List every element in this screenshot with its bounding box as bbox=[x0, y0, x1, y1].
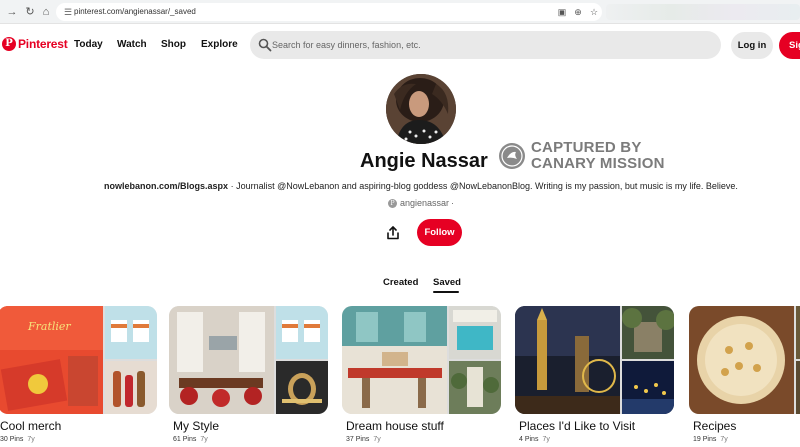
board-thumb-image bbox=[796, 361, 800, 414]
avatar-photo bbox=[386, 74, 456, 144]
board-cover-image bbox=[342, 306, 447, 414]
pinterest-logo[interactable]: P Pinterest bbox=[2, 37, 68, 51]
board-my-style[interactable] bbox=[169, 306, 328, 414]
board-thumb-image bbox=[449, 361, 501, 414]
site-info-icon[interactable]: ☰ bbox=[62, 6, 74, 18]
board-age: 7y bbox=[542, 436, 550, 443]
nav-shop[interactable]: Shop bbox=[161, 39, 186, 50]
search-icon bbox=[258, 38, 272, 52]
board-cool-merch[interactable]: Fratlier bbox=[0, 306, 157, 414]
login-button[interactable]: Log in bbox=[731, 32, 773, 59]
nav-today[interactable]: Today bbox=[74, 39, 103, 50]
avatar bbox=[386, 74, 456, 144]
board-pin-count: 37 Pins bbox=[346, 436, 370, 443]
board-thumb-image bbox=[796, 306, 800, 359]
board-age: 7y bbox=[200, 436, 208, 443]
watermark-line-1: CAPTURED BY bbox=[531, 139, 642, 156]
board-title[interactable]: Recipes bbox=[693, 419, 736, 433]
canary-mission-watermark: CAPTURED BY CANARY MISSION bbox=[499, 140, 665, 172]
board-title[interactable]: Places I'd Like to Visit bbox=[519, 419, 635, 433]
board-age: 7y bbox=[373, 436, 381, 443]
follow-button[interactable]: Follow bbox=[417, 219, 462, 246]
board-cover-image bbox=[515, 306, 620, 414]
signup-button[interactable]: Sig bbox=[779, 32, 800, 59]
canary-bird-icon bbox=[499, 143, 525, 169]
board-recipes[interactable] bbox=[689, 306, 800, 414]
board-thumb-image bbox=[622, 306, 674, 359]
profile-handle: P angienassar · bbox=[388, 198, 454, 208]
handle-separator: · bbox=[451, 198, 455, 208]
board-age: 7y bbox=[27, 436, 35, 443]
watermark-text: CAPTURED BY CANARY MISSION bbox=[531, 140, 665, 172]
handle-text: angienassar bbox=[400, 198, 450, 208]
address-bar[interactable]: ☰ pinterest.com/angienassar/_saved ▣ ⊕ ☆ bbox=[56, 3, 602, 21]
board-title[interactable]: Dream house stuff bbox=[346, 419, 444, 433]
board-title[interactable]: Cool merch bbox=[0, 419, 61, 433]
svg-text:Fratlier: Fratlier bbox=[27, 320, 71, 333]
board-thumb-image bbox=[276, 306, 328, 359]
watermark-line-2: CANARY MISSION bbox=[531, 155, 665, 172]
board-meta: 30 Pins 7y bbox=[0, 436, 35, 443]
board-thumb-image bbox=[276, 361, 328, 414]
board-thumb-image bbox=[622, 361, 674, 414]
board-meta: 61 Pins 7y bbox=[173, 436, 208, 443]
search-bar[interactable] bbox=[250, 31, 721, 59]
screen-cast-icon[interactable]: ▣ bbox=[556, 6, 568, 18]
board-pin-count: 61 Pins bbox=[173, 436, 197, 443]
profile-bio: nowlebanon.com/Blogs.aspx · Journalist @… bbox=[0, 181, 800, 191]
board-dream-house-stuff[interactable] bbox=[342, 306, 501, 414]
search-input[interactable] bbox=[272, 35, 712, 55]
nav-watch[interactable]: Watch bbox=[117, 39, 147, 50]
board-places-to-visit[interactable] bbox=[515, 306, 674, 414]
board-age: 7y bbox=[720, 436, 728, 443]
bio-text: · Journalist @NowLebanon and aspiring-bl… bbox=[228, 181, 738, 191]
active-tab-indicator bbox=[433, 291, 459, 293]
board-thumb-image bbox=[105, 306, 157, 359]
home-icon[interactable]: ⌂ bbox=[38, 4, 54, 20]
tab-created[interactable]: Created bbox=[383, 277, 418, 288]
pinterest-logo-icon: P bbox=[2, 37, 16, 51]
board-pin-count: 19 Pins bbox=[693, 436, 717, 443]
board-pin-count: 4 Pins bbox=[519, 436, 539, 443]
board-pin-count: 30 Pins bbox=[0, 436, 24, 443]
logo-text: Pinterest bbox=[18, 37, 68, 51]
url-text[interactable]: pinterest.com/angienassar/_saved bbox=[74, 5, 196, 19]
board-title[interactable]: My Style bbox=[173, 419, 219, 433]
nav-explore[interactable]: Explore bbox=[201, 39, 238, 50]
board-cover-image bbox=[169, 306, 274, 414]
tab-saved[interactable]: Saved bbox=[433, 277, 461, 288]
bookmark-star-icon[interactable]: ☆ bbox=[588, 6, 600, 18]
board-meta: 4 Pins 7y bbox=[519, 436, 550, 443]
zoom-icon[interactable]: ⊕ bbox=[572, 6, 584, 18]
board-cover-image: Fratlier bbox=[0, 306, 103, 414]
share-icon[interactable] bbox=[386, 226, 400, 240]
board-meta: 19 Pins 7y bbox=[693, 436, 728, 443]
reload-icon[interactable]: ↻ bbox=[22, 4, 38, 20]
profile-name: Angie Nassar bbox=[360, 150, 488, 172]
browser-toolbar: → ↻ ⌂ ☰ pinterest.com/angienassar/_saved… bbox=[0, 0, 800, 24]
arrow-left-icon[interactable]: → bbox=[4, 4, 20, 20]
board-cover-image bbox=[689, 306, 794, 414]
pinterest-small-icon: P bbox=[388, 198, 397, 208]
board-thumb-image bbox=[105, 361, 157, 414]
bio-link[interactable]: nowlebanon.com/Blogs.aspx bbox=[104, 181, 228, 191]
extensions-area bbox=[606, 4, 800, 20]
board-thumb-image bbox=[449, 306, 501, 359]
board-meta: 37 Pins 7y bbox=[346, 436, 381, 443]
